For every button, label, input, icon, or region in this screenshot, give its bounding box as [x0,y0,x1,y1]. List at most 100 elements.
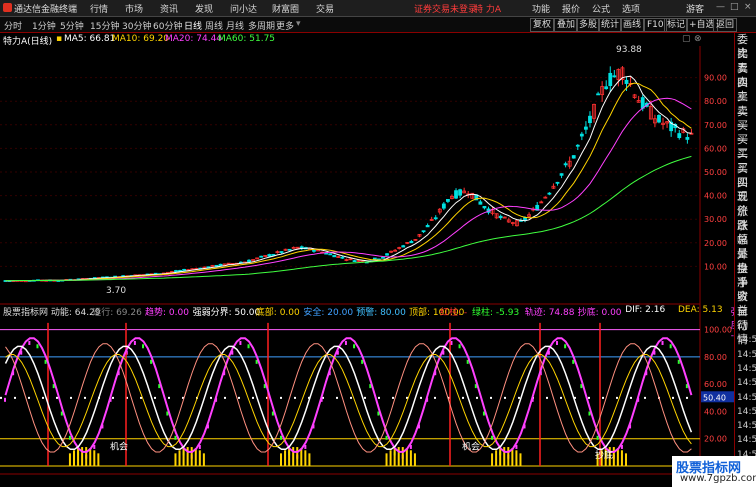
ma60-label: MA60: 51.75 [218,34,276,44]
period-monthly[interactable]: 月线 [226,19,244,32]
period-15min[interactable]: 15分钟 [90,19,119,32]
period-daily[interactable]: 日线 [184,19,202,32]
guest-label[interactable]: 游客 [686,2,704,15]
side-item-23[interactable]: 14:50 [737,362,756,376]
indicator-bar [28,340,31,345]
candle-body [352,260,357,263]
indicator-value-3: 强弱分界: 50.00 [192,308,261,318]
indicator-bar [661,340,664,345]
candle-body [640,97,645,109]
menu-quotes[interactable]: 行情 [90,2,108,15]
settings-square-icon[interactable]: ▢ [682,34,691,44]
menu-market[interactable]: 市场 [125,2,143,15]
indicator-axis-label: 20.00 [704,435,727,444]
candle-body [279,251,284,253]
menu-formula[interactable]: 公式 [592,2,610,15]
signal-label-2: 抄底 [595,449,613,461]
period-30min[interactable]: 30分钟 [122,19,151,32]
period-1min[interactable]: 1分钟 [32,19,56,32]
period-weekly[interactable]: 周线 [205,19,223,32]
side-item-25[interactable]: 14:50 [737,391,756,405]
candle-body [421,230,426,233]
indicator-bar [669,344,672,349]
period-toolbar: 分时 1分钟 5分钟 15分钟 30分钟 60分钟 日线 周线 月线 多周期 更… [0,17,756,33]
menu-ask[interactable]: 问小达 [230,2,257,15]
side-item-26[interactable]: 14:50 [737,405,756,419]
overlay-button[interactable]: 叠加 [554,18,579,32]
menu-wealth[interactable]: 财富圈 [272,2,299,15]
close-icon[interactable]: × [744,2,752,12]
indicator-bar [133,340,136,345]
statistics-button[interactable]: 统计 [598,18,623,32]
candle-body [547,192,552,195]
menu-trade[interactable]: 交易 [316,2,334,15]
indicator-bar [564,344,567,349]
indicator-current-label: 50.40 [703,393,726,402]
candle-body [340,256,345,259]
side-item-28[interactable]: 14:50 [737,433,756,447]
menu-function[interactable]: 功能 [532,2,550,15]
restore-rights-button[interactable]: 复权 [530,18,555,32]
side-item-21[interactable]: 14:50 [737,333,756,347]
indicator-value-13: DEA: 5.13 [678,305,723,315]
candle-body [381,256,385,259]
indicator-line [4,337,693,453]
period-more[interactable]: 更多 [276,19,294,32]
bottom-bar [288,448,291,466]
bottom-bar [491,453,494,466]
candle-body [677,133,682,138]
candle-body [612,75,617,78]
menu-options[interactable]: 选项 [622,2,640,15]
bottom-bar [620,450,623,466]
candle-body [385,253,389,256]
bottom-bar [519,453,522,466]
candle-body [608,72,613,86]
candle-body [312,249,316,252]
indicator-value-11: 抄底: 0.00 [577,308,622,318]
quote-side-panel: 委比 卖五 卖四 卖三 卖二 卖一 买一 买二 买三 买四 买五 现价 涨跌 涨幅 总量 外盘 换手 净资 收益 自动… [734,33,756,487]
indicator-bar [142,344,144,349]
candle-body [498,215,503,219]
close-panel-icon[interactable]: ⊗ [694,34,702,44]
period-multi[interactable]: 多周期 [248,19,275,32]
price-axis-label: 40.00 [704,192,727,201]
login-status[interactable]: 证券交易未登录 [414,2,477,15]
candle-body [259,255,264,258]
candle-body [657,115,661,123]
minimize-icon[interactable]: — [716,2,725,12]
bottom-bar [280,453,282,466]
menu-news[interactable]: 资讯 [160,2,178,15]
period-60min[interactable]: 60分钟 [153,19,182,32]
indicator-info-line: 股票指标网 动能: 64.29 运行: 69.26 趋势: 0.00 强弱分界: 50… [0,305,743,341]
period-5min[interactable]: 5分钟 [60,19,84,32]
indicator-bar [353,344,356,349]
candle-body [401,245,406,248]
bottom-bar [413,453,416,466]
bottom-bar [515,450,518,466]
indicator-value-1: 运行: 69.26 [92,308,142,318]
menu-discover[interactable]: 发现 [195,2,213,15]
side-item-27[interactable]: 14:50 [737,419,756,433]
ma5-label: MA5: 66.81 [64,34,116,44]
side-item-22[interactable]: 14:50 [737,348,756,362]
candle-body [218,263,223,266]
more-chevron-icon[interactable]: ▾ [296,19,301,29]
maximize-icon[interactable]: □ [730,2,739,12]
back-button[interactable]: 返回 [713,18,738,32]
candle-body [458,189,462,196]
candle-body [555,181,560,184]
mark-button[interactable]: 标记 [664,18,689,32]
bottom-bar [401,447,404,466]
multi-stock-button[interactable]: 多股 [576,18,601,32]
candle-body [685,137,690,140]
menu-quote[interactable]: 报价 [562,2,580,15]
price-axis-label: 80.00 [704,97,727,106]
ma10-label: MA10: 69.20 [112,34,170,44]
indicator-bar [596,435,599,440]
candle-body [174,270,178,272]
draw-line-button[interactable]: 画线 [620,18,645,32]
side-item-24[interactable]: 14:50 [737,376,756,390]
period-tick[interactable]: 分时 [4,19,22,32]
indicator-value-6: 预警: 80.00 [356,308,406,318]
kline-chart[interactable]: 90.00 80.00 70.00 60.00 50.00 40.00 30.00 20.00… [0,46,734,476]
